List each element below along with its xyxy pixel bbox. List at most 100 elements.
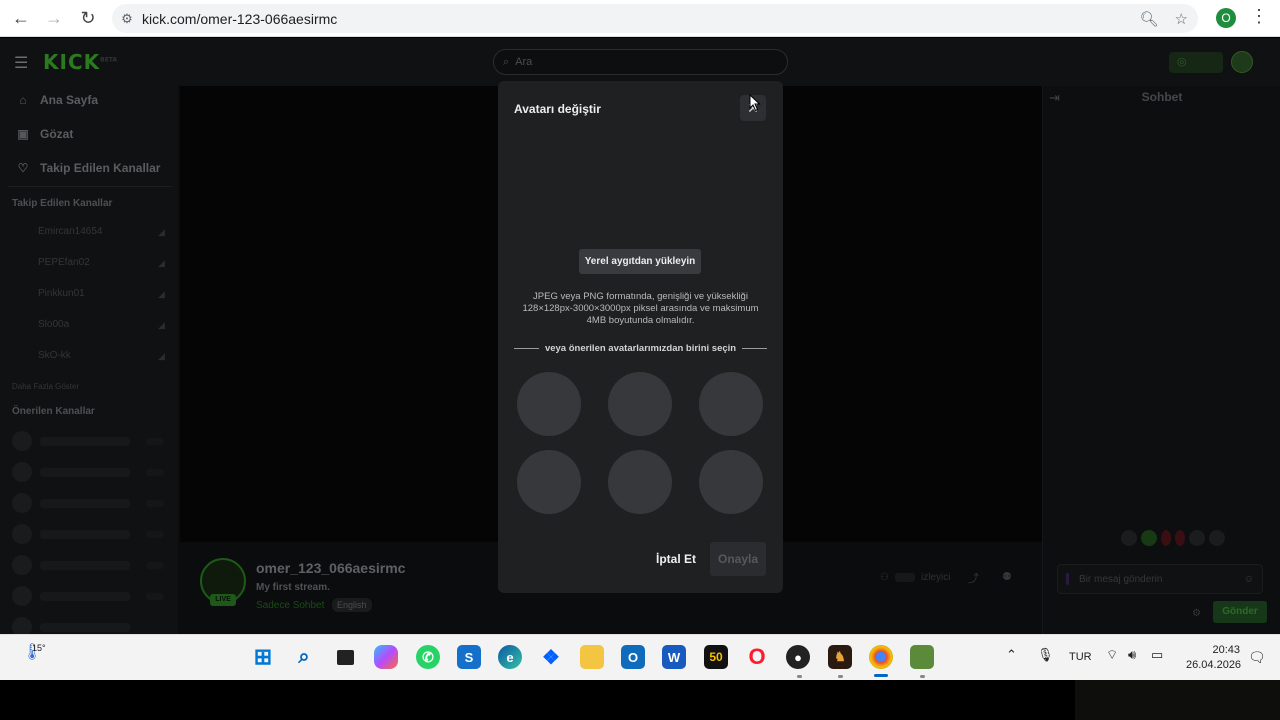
user-avatar[interactable] [1231, 51, 1253, 73]
site-info-icon[interactable]: ⚙ [112, 11, 142, 27]
search-icon: ⌕ [503, 55, 510, 68]
address-bar[interactable]: ⚙ kick.com/omer-123-066aesirmc 🔍︎ ☆ [112, 4, 1198, 33]
emote-row [1121, 530, 1225, 546]
chrome-icon[interactable] [869, 645, 893, 669]
sidebar-item-browse[interactable]: ▣ Gözat [16, 127, 73, 141]
minecraft-icon[interactable] [910, 645, 934, 669]
weather-widget[interactable]: 🌡︎ 15° [22, 643, 46, 663]
task-view-icon[interactable] [333, 645, 357, 669]
avatar [12, 617, 32, 634]
sidebar-item-following[interactable]: ♡ Takip Edilen Kanallar [16, 161, 161, 175]
change-avatar-modal: Avatarı değiştir ✕ Yerel aygıtdan yükley… [498, 81, 783, 593]
obs-icon[interactable]: ● [786, 645, 810, 669]
recommended-channel[interactable] [12, 586, 130, 606]
forward-button[interactable]: → [37, 1, 71, 35]
windows-taskbar: 🌡︎ 15° ⊞ ⌕ ✆ S e ❖ O W 50 O ● ♞ ⌃ 🎙︎ TUR… [0, 634, 1280, 680]
reload-button[interactable]: ↻ [71, 1, 105, 35]
microphone-icon[interactable]: 🎙︎ [1037, 647, 1054, 663]
system-clock[interactable]: 20:43 26.04.2026 [1186, 643, 1241, 673]
recommended-channels-heading: Önerilen Kanallar [12, 406, 95, 417]
upload-from-device-button[interactable]: Yerel aygıtdan yükleyin [579, 249, 701, 274]
search-input[interactable]: ⌕ Ara [493, 49, 788, 75]
word-icon[interactable]: W [662, 645, 686, 669]
zoom-icon[interactable]: 🔍︎ [1140, 10, 1159, 28]
browser-menu-icon[interactable]: ⋮ [1250, 6, 1268, 27]
profile-avatar[interactable]: O [1216, 8, 1236, 28]
followed-channel[interactable]: PEPEfan02 [38, 257, 90, 268]
search-icon[interactable]: ⌕ [292, 645, 316, 669]
notifications-icon[interactable]: 🗨︎ [1248, 649, 1266, 666]
chat-placeholder: Bir mesaj gönderin [1079, 573, 1163, 585]
home-icon: ⌂ [19, 93, 27, 107]
chat-mode-tag[interactable]: Sadece Sohbet [256, 600, 324, 611]
dropbox-icon[interactable]: ❖ [539, 645, 563, 669]
chat-panel: Sohbet ⇥ Bir mesaj gönderin ☺ ⚙ Gönder [1042, 86, 1280, 634]
volume-icon[interactable]: 🔊︎ [1128, 647, 1136, 663]
suggested-avatar-option[interactable] [608, 372, 672, 436]
share-icon[interactable]: ⤴ [968, 570, 979, 586]
emote[interactable] [1161, 530, 1171, 546]
emote[interactable] [1209, 530, 1225, 546]
wifi-icon[interactable]: ⌔ [1106, 647, 1118, 663]
recommended-channel[interactable] [12, 524, 130, 544]
recommended-channel[interactable] [12, 431, 130, 451]
edge-icon[interactable]: e [498, 645, 522, 669]
send-button[interactable]: Gönder [1213, 601, 1267, 623]
recommended-channel[interactable] [12, 462, 130, 482]
follow-user-icon[interactable]: ⚉ [1002, 570, 1012, 583]
suggested-avatar-option[interactable] [517, 450, 581, 514]
wallet-button[interactable]: ◎ [1169, 52, 1223, 73]
avatar [12, 555, 32, 575]
chat-settings-icon[interactable]: ⚙ [1192, 608, 1201, 619]
viewers-icon: ⚇ [880, 572, 889, 583]
game-icon[interactable]: ♞ [828, 645, 852, 669]
recommended-channel[interactable] [12, 617, 130, 634]
top-navbar: ☰ KICKBETA ⌕ Ara ◎ [0, 38, 1280, 86]
url-text[interactable]: kick.com/omer-123-066aesirmc [142, 11, 337, 27]
recommended-channel[interactable] [12, 493, 130, 513]
suggested-avatar-option[interactable] [699, 372, 763, 436]
battery-icon[interactable]: ▭ [1151, 647, 1163, 663]
followed-channel[interactable]: Pinkkun01 [38, 288, 85, 299]
suggested-avatar-option[interactable] [517, 372, 581, 436]
bottom-strip [0, 680, 1280, 720]
start-icon[interactable]: ⊞ [251, 644, 275, 669]
emote[interactable] [1175, 530, 1185, 546]
emote[interactable] [1141, 530, 1157, 546]
cancel-button[interactable]: İptal Et [652, 542, 700, 576]
opera-icon[interactable]: O [745, 644, 769, 669]
offline-icon: ◢ [158, 351, 165, 361]
clock-time: 20:43 [1212, 644, 1240, 656]
emote[interactable] [1189, 530, 1205, 546]
file-explorer-icon[interactable] [580, 645, 604, 669]
language-tag[interactable]: English [332, 598, 372, 612]
followed-channel[interactable]: SkO-kk [38, 350, 71, 361]
emoji-icon[interactable]: ☺ [1244, 574, 1254, 585]
collapse-chat-icon[interactable]: ⇥ [1049, 90, 1060, 106]
suggested-avatar-option[interactable] [608, 450, 672, 514]
show-hidden-icons-icon[interactable]: ⌃ [1006, 647, 1017, 663]
recommended-channel[interactable] [12, 555, 130, 575]
chat-input[interactable]: Bir mesaj gönderin ☺ [1057, 564, 1263, 594]
language-indicator[interactable]: TUR [1069, 651, 1092, 663]
chat-title: Sohbet [1141, 90, 1183, 104]
show-more-link[interactable]: Daha Fazla Göster [12, 382, 79, 391]
confirm-button[interactable]: Onayla [710, 542, 766, 576]
whatsapp-icon[interactable]: ✆ [416, 645, 440, 669]
sidebar-item-home[interactable]: ⌂ Ana Sayfa [16, 93, 98, 107]
back-button[interactable]: ← [4, 1, 38, 35]
app-s-icon[interactable]: S [457, 645, 481, 669]
offline-icon: ◢ [158, 258, 165, 268]
followed-channel[interactable]: Emircan14654 [38, 226, 102, 237]
copilot-icon[interactable] [374, 645, 398, 669]
hamburger-menu-icon[interactable]: ☰ [14, 53, 28, 73]
emote[interactable] [1121, 530, 1137, 546]
app-50-icon[interactable]: 50 [704, 645, 728, 669]
kick-logo[interactable]: KICKBETA [43, 50, 117, 74]
channel-name[interactable]: omer_123_066aesirmc [256, 560, 405, 576]
outlook-icon[interactable]: O [621, 645, 645, 669]
suggested-avatar-option[interactable] [699, 450, 763, 514]
bookmark-star-icon[interactable]: ☆ [1175, 10, 1188, 28]
suggested-avatars-separator: veya önerilen avatarlarımızdan birini se… [514, 343, 768, 354]
followed-channel[interactable]: Slo00a [38, 319, 69, 330]
